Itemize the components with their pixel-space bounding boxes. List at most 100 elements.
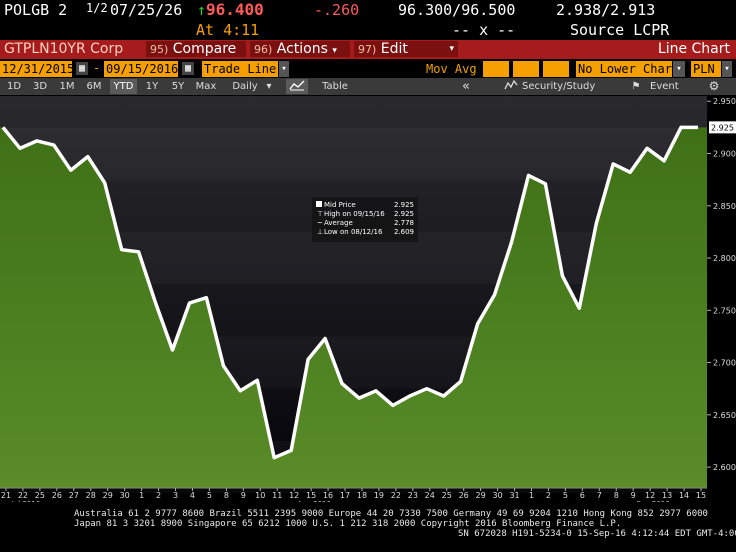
edit-button[interactable]: 97) Edit ▾: [354, 41, 458, 57]
legend-low-label: Low on 08/12/16: [324, 228, 383, 236]
date-dash: -: [93, 61, 101, 75]
legend-swatch: [316, 201, 322, 207]
x-tick-label: 8: [614, 491, 619, 500]
chevron-down-icon[interactable]: ▾: [279, 61, 289, 77]
footer-session-info: SN 672028 H191-5234-0 15-Sep-16 4:12:44 …: [458, 529, 736, 539]
bid-ask: 96.300/96.500: [398, 1, 516, 19]
x-tick-label: 6: [580, 491, 585, 500]
security-name[interactable]: GTPLN10YR Corp: [0, 41, 142, 57]
x-tick-label: 18: [357, 491, 367, 500]
x-tick-label: 11: [272, 491, 282, 500]
x-tick-label: 16: [323, 491, 333, 500]
x-tick-label: 9: [631, 491, 636, 500]
up-arrow-icon: ↑: [197, 1, 207, 19]
mov-avg-field-1[interactable]: [483, 61, 509, 77]
x-tick-label: 12: [289, 491, 299, 500]
start-date-field[interactable]: 12/31/2015: [0, 61, 74, 77]
period-6m[interactable]: 6M: [83, 79, 105, 94]
legend-average-label: Average: [324, 219, 353, 227]
chart-mode-icon[interactable]: [286, 79, 308, 94]
compare-number: 95): [150, 43, 169, 56]
security-study-button[interactable]: Security/Study: [522, 79, 610, 94]
x-tick-label: 14: [679, 491, 689, 500]
x-separator: -- x --: [452, 21, 516, 39]
y-tick-label: 2.750: [713, 306, 736, 315]
price-chart[interactable]: 2.950 2.900 2.850 2.800 2.750 2.700 2.650 2.600…: [0, 96, 736, 502]
price-source: Source LCPR: [570, 21, 670, 39]
period-toolbar: 1D 3D 1M 6M YTD 1Y 5Y Max Daily ▾ Table …: [0, 78, 736, 95]
edit-number: 97): [358, 43, 377, 56]
x-tick-label: 10: [255, 491, 265, 500]
maturity: 07/25/26: [110, 1, 183, 19]
legend-high-value: 2.925: [394, 210, 414, 218]
compare-button[interactable]: 95) Compare: [146, 41, 246, 57]
x-tick-label: 23: [408, 491, 418, 500]
period-max[interactable]: Max: [193, 79, 219, 94]
wave-icon: [504, 79, 518, 94]
plot-band: [0, 127, 707, 179]
x-tick-label: 2: [546, 491, 551, 500]
calendar-icon[interactable]: ▦: [182, 62, 194, 75]
x-tick-label: 24: [425, 491, 435, 500]
x-tick-label: 27: [69, 491, 79, 500]
x-tick-label: 30: [492, 491, 502, 500]
footer: Australia 61 2 9777 8600 Brazil 5511 239…: [0, 502, 736, 552]
y-tick-label: 2.900: [713, 149, 736, 158]
period-ytd[interactable]: YTD: [110, 79, 137, 94]
x-tick-label: 19: [374, 491, 384, 500]
command-bar: GTPLN10YR Corp 95) Compare 96) Actions ▾…: [0, 40, 736, 59]
line-type-select[interactable]: Trade Line: [202, 61, 278, 77]
x-tick-label: 21: [1, 491, 11, 500]
last-value-label: 2.925: [711, 123, 734, 132]
chevron-down-icon[interactable]: ▾: [722, 61, 732, 77]
double-chevron-left-icon[interactable]: «: [456, 79, 476, 94]
y-tick-label: 2.650: [713, 411, 736, 420]
mov-avg-field-3[interactable]: [543, 61, 569, 77]
settings-gear-icon[interactable]: ⚙: [706, 79, 722, 94]
x-tick-label: 8: [224, 491, 229, 500]
ticker: POLGB 2: [4, 1, 68, 19]
legend-mid-value: 2.925: [394, 201, 414, 209]
mov-avg-field-2[interactable]: [513, 61, 539, 77]
price-change: -.260: [314, 1, 360, 19]
legend-mid-label: Mid Price: [324, 201, 356, 209]
x-tick-label: 29: [476, 491, 486, 500]
chevron-down-icon[interactable]: ▾: [673, 61, 685, 77]
legend-high-label: High on 09/15/16: [324, 210, 385, 218]
x-tick-label: 25: [442, 491, 452, 500]
calendar-icon[interactable]: ▦: [76, 62, 88, 75]
actions-button[interactable]: 96) Actions ▾: [250, 41, 350, 57]
x-tick-label: 31: [509, 491, 519, 500]
end-date-field[interactable]: 09/15/2016: [104, 61, 178, 77]
period-1m[interactable]: 1M: [56, 79, 78, 94]
coupon-fraction: 1/2: [86, 1, 108, 15]
x-tick-label: 25: [35, 491, 45, 500]
period-3d[interactable]: 3D: [29, 79, 51, 94]
x-tick-label: 5: [207, 491, 212, 500]
x-tick-label: 9: [241, 491, 246, 500]
legend-low-arrow-icon: ⊥: [317, 228, 323, 236]
date-bar: 12/31/2015 ▦ - 09/15/2016 ▦ Trade Line ▾…: [0, 60, 736, 78]
period-1y[interactable]: 1Y: [141, 79, 163, 94]
x-tick-label: 12: [645, 491, 655, 500]
frequency-select[interactable]: Daily: [225, 79, 265, 94]
y-tick-label: 2.600: [713, 463, 736, 472]
lower-chart-select[interactable]: No Lower Chart: [576, 61, 679, 77]
chevron-down-icon[interactable]: ▾: [264, 79, 274, 94]
chevron-down-icon: ▾: [332, 46, 337, 56]
chart-legend: Mid Price 2.925 ⊤ High on 09/15/16 2.925…: [312, 197, 418, 242]
x-tick-label: 26: [52, 491, 62, 500]
currency-select[interactable]: PLN: [691, 61, 721, 77]
x-tick-label: 5: [563, 491, 568, 500]
x-tick-label: 17: [340, 491, 350, 500]
y-tick-label: 2.800: [713, 254, 736, 263]
period-5y[interactable]: 5Y: [167, 79, 189, 94]
period-1d[interactable]: 1D: [3, 79, 25, 94]
actions-number: 96): [254, 43, 273, 56]
table-button[interactable]: Table: [314, 79, 356, 94]
compare-label: Compare: [172, 41, 237, 57]
event-button[interactable]: Event: [650, 79, 690, 94]
edit-label: Edit: [380, 41, 408, 57]
legend-average-icon: ~: [317, 219, 323, 227]
x-tick-label: 22: [18, 491, 28, 500]
